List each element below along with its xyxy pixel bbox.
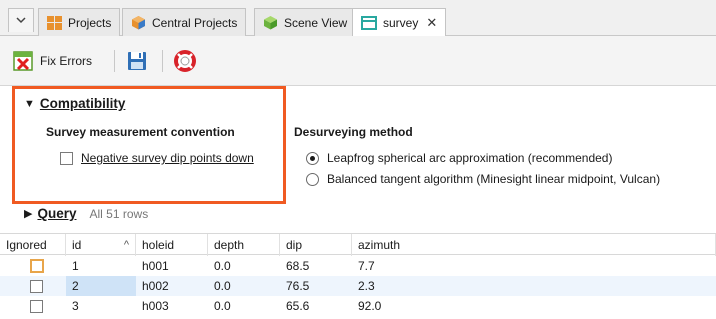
cell-id[interactable]: 2	[66, 276, 136, 296]
chevron-down-icon	[16, 17, 26, 24]
query-section-toggle[interactable]: ▶ Query All 51 rows	[24, 206, 148, 221]
help-button[interactable]	[174, 50, 196, 72]
cell-holeid[interactable]: h003	[136, 296, 169, 316]
central-projects-icon	[132, 16, 145, 30]
lifebuoy-icon	[174, 50, 196, 72]
ignored-checkbox[interactable]	[30, 279, 43, 293]
toolbar-divider	[162, 50, 163, 72]
tab-central-projects[interactable]: Central Projects	[122, 8, 247, 36]
save-button[interactable]	[126, 50, 148, 72]
tab-label: Projects	[68, 15, 112, 30]
table-icon	[361, 16, 377, 30]
fix-errors-icon	[13, 51, 33, 71]
cell-holeid[interactable]: h002	[136, 276, 169, 296]
cell-depth[interactable]: 0.0	[208, 276, 231, 296]
compatibility-section-toggle[interactable]: ▼ Compatibility	[24, 96, 125, 111]
query-row-count: All 51 rows	[89, 206, 149, 221]
tab-bar: Projects Central Projects Scene View sur…	[0, 0, 716, 37]
ignored-checkbox[interactable]	[30, 299, 43, 313]
query-title: Query	[37, 206, 77, 221]
table-header: Ignored id ^ holeid depth dip azimuth	[0, 233, 716, 256]
column-header-id[interactable]: id ^	[66, 234, 136, 256]
ignored-checkbox[interactable]	[30, 259, 44, 273]
method-radio-leapfrog[interactable]: Leapfrog spherical arc approximation (re…	[306, 151, 612, 165]
column-header-azimuth[interactable]: azimuth	[352, 234, 716, 256]
cell-azimuth[interactable]: 92.0	[352, 296, 381, 316]
table-row[interactable]: 2 h002 0.0 76.5 2.3	[0, 276, 716, 296]
column-header-depth[interactable]: depth	[208, 234, 280, 256]
radio-button[interactable]	[306, 172, 319, 186]
tab-label: Central Projects	[152, 15, 238, 30]
table-row[interactable]: 1 h001 0.0 68.5 7.7	[0, 256, 716, 276]
column-header-ignored[interactable]: Ignored	[0, 234, 66, 256]
method-radio-balanced-tangent[interactable]: Balanced tangent algorithm (Minesight li…	[306, 172, 660, 186]
fix-errors-button[interactable]: Fix Errors	[12, 50, 92, 72]
cell-dip[interactable]: 68.5	[280, 256, 309, 276]
toolbar-divider	[114, 50, 115, 72]
tab-scene-view[interactable]: Scene View	[254, 8, 357, 36]
scene-view-cube-icon	[264, 16, 277, 30]
negative-dip-checkbox-row[interactable]: Negative survey dip points down	[60, 151, 254, 165]
table-row[interactable]: 3 h003 0.0 65.6 92.0	[0, 296, 716, 316]
method-label: Balanced tangent algorithm (Minesight li…	[327, 172, 661, 186]
cell-dip[interactable]: 76.5	[280, 276, 309, 296]
column-header-holeid[interactable]: holeid	[136, 234, 208, 256]
cell-depth[interactable]: 0.0	[208, 296, 231, 316]
projects-grid-icon	[47, 15, 62, 30]
tab-survey[interactable]: survey ✕	[352, 8, 447, 37]
cell-id[interactable]: 1	[66, 256, 79, 276]
cell-depth[interactable]: 0.0	[208, 256, 231, 276]
cell-azimuth[interactable]: 2.3	[352, 276, 375, 296]
cell-dip[interactable]: 65.6	[280, 296, 309, 316]
expand-triangle-icon: ▶	[24, 208, 33, 220]
cell-id[interactable]: 3	[66, 296, 79, 316]
column-header-dip[interactable]: dip	[280, 234, 352, 256]
tab-list-dropdown[interactable]	[8, 8, 34, 32]
fix-errors-label: Fix Errors	[40, 54, 92, 68]
negative-dip-label: Negative survey dip points down	[81, 151, 254, 165]
tab-label: survey	[383, 16, 419, 30]
compatibility-title: Compatibility	[39, 96, 126, 111]
cell-holeid[interactable]: h001	[136, 256, 169, 276]
collapse-triangle-icon: ▼	[24, 97, 35, 110]
save-icon	[128, 52, 146, 70]
tab-projects[interactable]: Projects	[38, 8, 121, 36]
radio-button-selected[interactable]	[306, 151, 319, 165]
desurveying-heading: Desurveying method	[294, 125, 413, 139]
survey-convention-heading: Survey measurement convention	[46, 125, 235, 139]
sort-ascending-icon: ^	[123, 239, 129, 251]
negative-dip-checkbox[interactable]	[60, 151, 73, 165]
method-label: Leapfrog spherical arc approximation (re…	[327, 151, 613, 165]
toolbar: Fix Errors	[0, 36, 716, 86]
cell-azimuth[interactable]: 7.7	[352, 256, 375, 276]
close-icon[interactable]: ✕	[426, 15, 437, 31]
tab-label: Scene View	[284, 15, 348, 30]
